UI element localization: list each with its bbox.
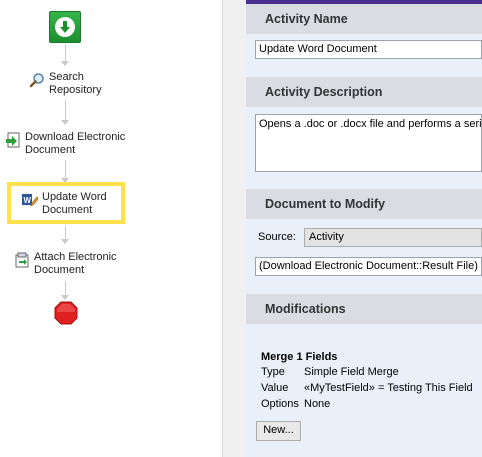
modification-value: «MyTestField» = Testing This Field — [304, 382, 473, 394]
document-to-modify-header: Document to Modify — [246, 189, 482, 219]
connector-arrow — [61, 295, 69, 300]
word-document-edit-icon: W — [22, 192, 39, 208]
stop-octagon-icon[interactable] — [54, 301, 78, 325]
modification-key: Value — [261, 382, 289, 394]
workflow-canvas[interactable]: Search Repository Download Electronic Do… — [0, 0, 222, 457]
connector-arrow — [61, 61, 69, 66]
down-arrow-icon — [55, 17, 75, 37]
source-label: Source: — [258, 231, 296, 243]
step-label-line1: Update Word — [42, 191, 107, 203]
workflow-start-node[interactable] — [49, 11, 81, 43]
magnifier-icon — [29, 72, 45, 88]
activity-name-input[interactable]: Update Word Document — [255, 40, 482, 59]
workflow-step-update-word-document[interactable]: W Update Word Document — [22, 191, 107, 217]
pane-gutter — [223, 0, 246, 457]
connector-arrow — [61, 239, 69, 244]
connector-arrow — [61, 120, 69, 125]
workflow-step-download-electronic-document[interactable]: Download Electronic Document — [5, 131, 125, 157]
properties-panel: Activity Name Update Word Document Activ… — [246, 0, 482, 457]
modifications-header: Modifications — [246, 294, 482, 324]
modification-key: Options — [261, 398, 299, 410]
result-file-field[interactable]: (Download Electronic Document::Result Fi… — [255, 257, 482, 276]
workflow-step-attach-electronic-document[interactable]: Attach Electronic Document — [14, 251, 117, 277]
step-label-line2: Document — [34, 264, 85, 276]
connector-line — [65, 100, 66, 122]
step-label-line1: Attach Electronic — [34, 251, 117, 263]
step-label-line2: Document — [25, 144, 76, 156]
activity-description-textarea[interactable]: Opens a .doc or .docx file and performs … — [255, 114, 482, 172]
new-modification-button[interactable]: New... — [256, 421, 301, 441]
step-label-line1: Search — [49, 71, 84, 83]
step-label-line1: Download Electronic — [25, 131, 126, 143]
step-label-line2: Document — [42, 204, 93, 216]
step-label-line2: Repository — [49, 84, 102, 96]
activity-name-header: Activity Name — [246, 4, 482, 34]
modification-value: Simple Field Merge — [304, 366, 399, 378]
attach-document-icon — [14, 252, 30, 268]
activity-description-header: Activity Description — [246, 77, 482, 107]
modification-value: None — [304, 398, 331, 410]
svg-text:W: W — [24, 196, 32, 205]
modification-key: Type — [261, 366, 285, 378]
download-document-icon — [5, 132, 21, 148]
modification-title[interactable]: Merge 1 Fields — [261, 350, 337, 364]
source-select[interactable]: Activity — [304, 228, 482, 247]
workflow-step-search-repository[interactable]: Search Repository — [29, 71, 102, 97]
